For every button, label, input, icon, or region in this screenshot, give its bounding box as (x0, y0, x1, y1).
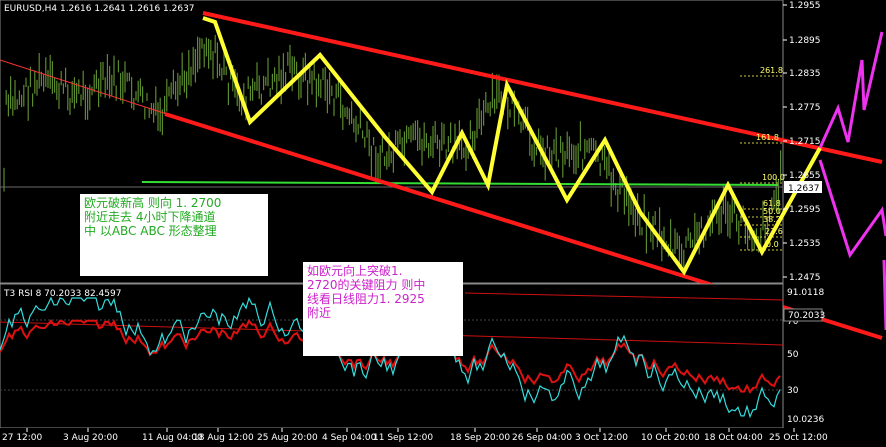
price-tick-label: 1.2655 (789, 171, 821, 181)
time-tick-label: 18 Sep 20:00 (450, 433, 510, 443)
fib-level-label: 100.0 (762, 173, 785, 182)
projection-mid (818, 159, 886, 259)
comment-2-line-1: 如欧元向上突破1. (307, 264, 403, 278)
projection-upper (818, 31, 884, 149)
rsi-scale-label: 91.0118 (787, 288, 824, 298)
current-price-label: 1.2637 (788, 184, 820, 194)
rsi-value-label: 70.2033 (788, 311, 825, 321)
comment-2-line-3: 线看日线阻力1. 2925 (307, 292, 425, 306)
comment-2-line-4: 附近 (307, 306, 332, 320)
price-tick-label: 1.2475 (789, 273, 821, 283)
price-tick-label: 1.2955 (789, 1, 821, 11)
price-tick-label: 1.2835 (789, 69, 821, 79)
time-tick-label: 10 Oct 20:00 (641, 433, 700, 443)
comment-box-2: 如欧元向上突破1. 2720的关键阻力 则中 线看日线阻力1. 2925 附近 (303, 262, 463, 356)
price-tick-label: 1.2775 (789, 103, 821, 113)
rsi-title: T3 RSI 8 70.2033 82.4597 (3, 289, 121, 299)
price-tick-label: 1.2895 (789, 36, 821, 46)
time-tick-label: 11 Sep 12:00 (373, 433, 433, 443)
time-tick-label: 26 Sep 04:00 (512, 433, 572, 443)
chart-title: EURUSD,H4 1.2616 1.2641 1.2616 1.2637 (4, 4, 195, 14)
time-tick-label: 18 Oct 04:00 (704, 433, 763, 443)
fib-level-label: 261.8 (760, 66, 783, 75)
time-tick-label: 27 12:00 (2, 433, 43, 443)
mt4-chart-window: 261.8 161.8 100.0 61.8 50.0 38.2 23.6 0.0 1.295… (0, 0, 886, 447)
rsi-scale-label: 10.0236 (787, 415, 824, 425)
time-tick-label: 3 Oct 12:00 (575, 433, 628, 443)
price-axis: 1.2955 1.2895 1.2835 1.2775 1.2715 1.2655 1.25… (783, 1, 821, 283)
time-tick-label: 18 Aug 12:00 (193, 433, 254, 443)
rsi-scale-label: 50 (787, 350, 799, 360)
comment-1-line-2: 附近走去 4小时下降通道 (84, 210, 216, 224)
price-tick-label: 1.2535 (789, 239, 821, 249)
comment-box-1: 欧元破新高 则向 1. 2700 附近走去 4小时下降通道 中 以ABC ABC… (80, 194, 268, 276)
time-tick-label: 3 Aug 20:00 (63, 433, 118, 443)
price-tick-label: 1.2715 (789, 137, 821, 147)
time-tick-label: 25 Aug 20:00 (257, 433, 318, 443)
time-tick-label: 25 Oct 12:00 (769, 433, 828, 443)
comment-1-line-3: 中 以ABC ABC 形态整理 (84, 224, 217, 238)
comment-2-line-2: 2720的关键阻力 则中 (307, 278, 426, 292)
rsi-scale-label: 30 (787, 386, 799, 396)
time-tick-label: 4 Sep 04:00 (322, 433, 377, 443)
price-tick-label: 1.2595 (789, 205, 821, 215)
fib-level-label: 161.8 (756, 133, 779, 142)
comment-1-line-1: 欧元破新高 则向 1. 2700 (84, 196, 222, 210)
